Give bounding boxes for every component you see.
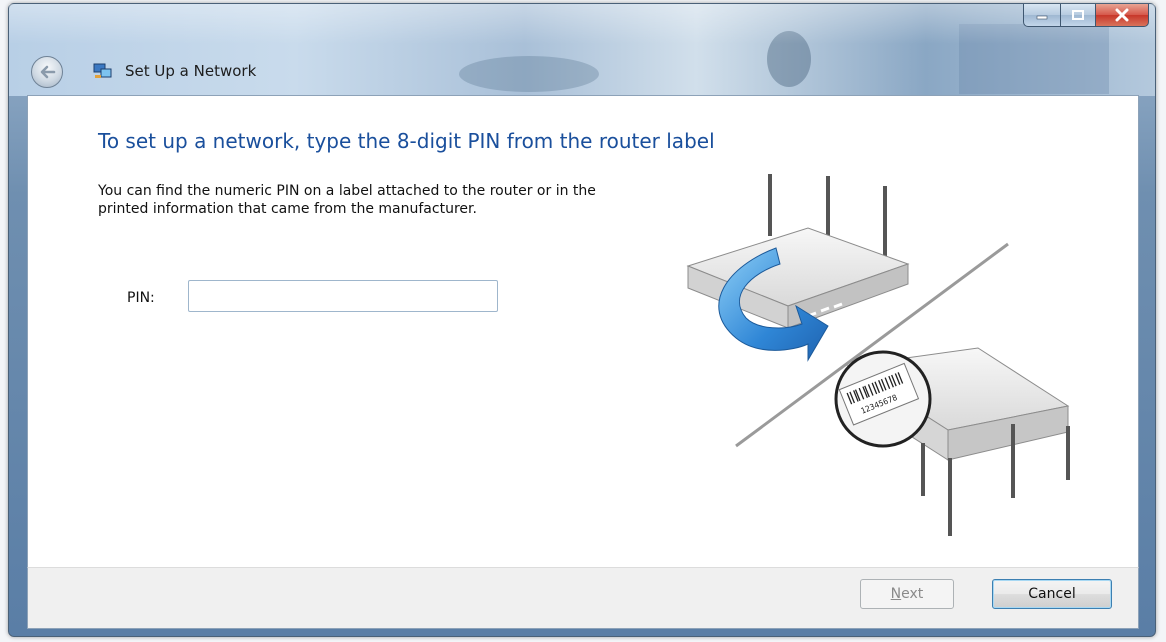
minimize-button[interactable]: [1023, 4, 1061, 27]
maximize-icon: [1072, 10, 1084, 20]
maximize-button[interactable]: [1061, 4, 1096, 27]
back-button[interactable]: [31, 56, 63, 88]
next-button-label: Next: [890, 586, 924, 602]
minimize-icon: [1036, 15, 1048, 20]
router-illustration: 12345678: [686, 174, 1070, 536]
cancel-button[interactable]: Cancel: [992, 579, 1112, 609]
setup-network-window: Set Up a Network To set up a network, ty…: [8, 3, 1156, 637]
page-heading: To set up a network, type the 8-digit PI…: [98, 129, 715, 153]
window-controls: [1023, 4, 1149, 27]
dialog-footer: Next Cancel: [27, 567, 1139, 629]
cancel-button-label: Cancel: [1028, 586, 1076, 602]
description-text: You can find the numeric PIN on a label …: [98, 183, 596, 217]
next-button[interactable]: Next: [860, 579, 954, 609]
content-area: To set up a network, type the 8-digit PI…: [27, 95, 1139, 568]
window-title: Set Up a Network: [125, 62, 257, 80]
close-button[interactable]: [1096, 4, 1149, 27]
back-arrow-icon: [40, 65, 56, 79]
network-setup-icon: [93, 63, 112, 78]
title-bar: [9, 4, 1155, 96]
pin-label: PIN:: [127, 290, 155, 306]
close-icon: [1115, 8, 1129, 22]
title-bar-background: [459, 24, 1109, 94]
pin-input[interactable]: [188, 280, 498, 312]
